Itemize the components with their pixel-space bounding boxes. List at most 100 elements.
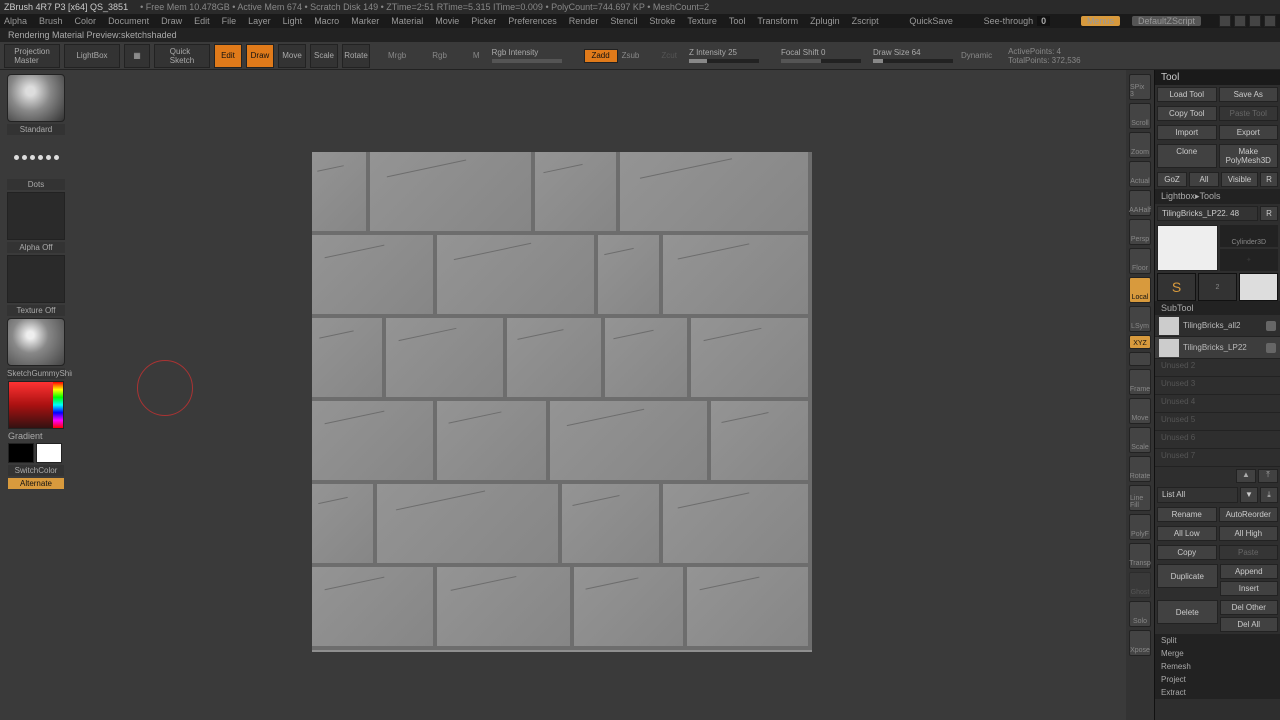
menu-material[interactable]: Material — [391, 16, 423, 26]
del-all-button[interactable]: Del All — [1220, 617, 1279, 632]
draw-size-slider[interactable]: Draw Size 64 — [873, 48, 953, 57]
menu-render[interactable]: Render — [569, 16, 599, 26]
menu-zscript[interactable]: Zscript — [852, 16, 879, 26]
menus-toggle[interactable]: Menus — [1081, 16, 1120, 26]
tool-r-button[interactable]: R — [1260, 206, 1278, 221]
autoreorder-button[interactable]: AutoReorder — [1219, 507, 1279, 522]
goz-r-button[interactable]: R — [1260, 172, 1278, 187]
mrgb-button[interactable]: Mrgb — [388, 51, 406, 60]
duplicate-button[interactable]: Duplicate — [1157, 564, 1218, 588]
menu-macro[interactable]: Macro — [314, 16, 339, 26]
color-picker[interactable] — [8, 381, 64, 429]
menu-light[interactable]: Light — [283, 16, 303, 26]
menu-zplugin[interactable]: Zplugin — [810, 16, 840, 26]
extract-section[interactable]: Extract — [1155, 686, 1280, 699]
move-tool-button[interactable]: Move — [1129, 398, 1151, 424]
subtool-paste-button[interactable]: Paste — [1219, 545, 1279, 560]
all-high-button[interactable]: All High — [1219, 526, 1279, 541]
menu-stencil[interactable]: Stencil — [610, 16, 637, 26]
move-up-button[interactable]: ▲ — [1236, 469, 1256, 483]
rename-button[interactable]: Rename — [1157, 507, 1217, 522]
project-section[interactable]: Project — [1155, 673, 1280, 686]
zcut-button[interactable]: Zcut — [661, 51, 677, 60]
subtool-item[interactable]: TilingBricks_all2 — [1155, 315, 1280, 337]
lightbox-button[interactable]: LightBox — [64, 44, 120, 68]
menu-texture[interactable]: Texture — [687, 16, 717, 26]
projection-master-button[interactable]: Projection Master — [4, 44, 60, 68]
scale-tool-button[interactable]: Scale — [1129, 427, 1151, 453]
alpha-thumbnail[interactable] — [7, 192, 65, 240]
goz-all-button[interactable]: All — [1189, 172, 1219, 187]
persp-button[interactable]: Persp — [1129, 219, 1151, 245]
dynamic-button[interactable]: Dynamic — [961, 51, 992, 60]
all-low-button[interactable]: All Low — [1157, 526, 1217, 541]
lightbox-tools-label[interactable]: Lightbox▸Tools — [1155, 189, 1280, 204]
move-mode-button[interactable]: Move — [278, 44, 306, 68]
xyz-button[interactable]: XYZ — [1129, 335, 1151, 349]
alternate-button[interactable]: Alternate — [8, 478, 64, 489]
transp-button[interactable]: Transp — [1129, 543, 1151, 569]
merge-section[interactable]: Merge — [1155, 647, 1280, 660]
stroke-thumbnail[interactable] — [7, 137, 65, 177]
rotate-tool-button[interactable]: Rotate — [1129, 456, 1151, 482]
menu-brush[interactable]: Brush — [39, 16, 63, 26]
scroll-button[interactable]: Scroll — [1129, 103, 1151, 129]
quick-sketch-button[interactable]: Quick Sketch — [154, 44, 210, 68]
move-down-button[interactable]: ▼ — [1240, 487, 1258, 503]
clone-button[interactable]: Clone — [1157, 144, 1217, 168]
polyf-button[interactable]: PolyF — [1129, 514, 1151, 540]
move-bottom-button[interactable]: ⤓ — [1260, 487, 1278, 503]
switch-color-button[interactable]: SwitchColor — [8, 465, 64, 476]
insert-button[interactable]: Insert — [1220, 581, 1279, 596]
default-zscript[interactable]: DefaultZScript — [1132, 16, 1201, 26]
rotate-mode-button[interactable]: Rotate — [342, 44, 370, 68]
solo-button[interactable]: Solo — [1129, 601, 1151, 627]
menu-file[interactable]: File — [222, 16, 237, 26]
menu-color[interactable]: Color — [75, 16, 97, 26]
eye-icon[interactable] — [1266, 343, 1276, 353]
menu-tool[interactable]: Tool — [729, 16, 746, 26]
subtool-header[interactable]: SubTool — [1155, 301, 1280, 315]
tool-thumb-count[interactable]: 2 — [1198, 273, 1237, 301]
zadd-button[interactable]: Zadd — [584, 49, 618, 63]
goz-visible-button[interactable]: Visible — [1221, 172, 1258, 187]
load-tool-button[interactable]: Load Tool — [1157, 87, 1217, 102]
window-min-icon[interactable] — [1219, 15, 1231, 27]
texture-thumbnail[interactable] — [7, 255, 65, 303]
actual-button[interactable]: Actual — [1129, 161, 1151, 187]
delete-button[interactable]: Delete — [1157, 600, 1218, 624]
menu-marker[interactable]: Marker — [351, 16, 379, 26]
rgb-intensity-slider[interactable]: Rgb Intensity — [492, 48, 562, 57]
m-button[interactable]: M — [473, 51, 480, 60]
lsym-button[interactable]: LSym — [1129, 306, 1151, 332]
line-fill-button[interactable]: Line Fill — [1129, 485, 1151, 511]
menu-edit[interactable]: Edit — [194, 16, 210, 26]
z-intensity-slider[interactable]: Z Intensity 25 — [689, 48, 759, 57]
split-section[interactable]: Split — [1155, 634, 1280, 647]
menu-transform[interactable]: Transform — [757, 16, 798, 26]
quicksketch-toggle[interactable]: ▦ — [124, 44, 150, 68]
zsub-button[interactable]: Zsub — [622, 51, 640, 60]
tool-thumb-main[interactable] — [1157, 225, 1218, 271]
export-button[interactable]: Export — [1219, 125, 1279, 140]
subtool-copy-button[interactable]: Copy — [1157, 545, 1217, 560]
local-button[interactable]: Local — [1129, 277, 1151, 303]
brush-thumbnail[interactable] — [7, 74, 65, 122]
list-all-button[interactable]: List All — [1157, 487, 1238, 503]
sculpt-mesh[interactable] — [312, 152, 812, 652]
axis-button[interactable] — [1129, 352, 1151, 366]
menu-document[interactable]: Document — [108, 16, 149, 26]
secondary-color-swatch[interactable] — [8, 443, 34, 463]
frame-button[interactable]: Frame — [1129, 369, 1151, 395]
scale-mode-button[interactable]: Scale — [310, 44, 338, 68]
aahalf-button[interactable]: AAHalf — [1129, 190, 1151, 216]
menu-movie[interactable]: Movie — [435, 16, 459, 26]
gradient-toggle[interactable]: Gradient — [8, 431, 64, 441]
rgb-button[interactable]: Rgb — [432, 51, 447, 60]
window-restore-icon[interactable] — [1249, 15, 1261, 27]
simple-brush-thumb[interactable]: S — [1157, 273, 1196, 301]
paste-tool-button[interactable]: Paste Tool — [1219, 106, 1279, 121]
menu-preferences[interactable]: Preferences — [508, 16, 557, 26]
eye-icon[interactable] — [1266, 321, 1276, 331]
menu-draw[interactable]: Draw — [161, 16, 182, 26]
